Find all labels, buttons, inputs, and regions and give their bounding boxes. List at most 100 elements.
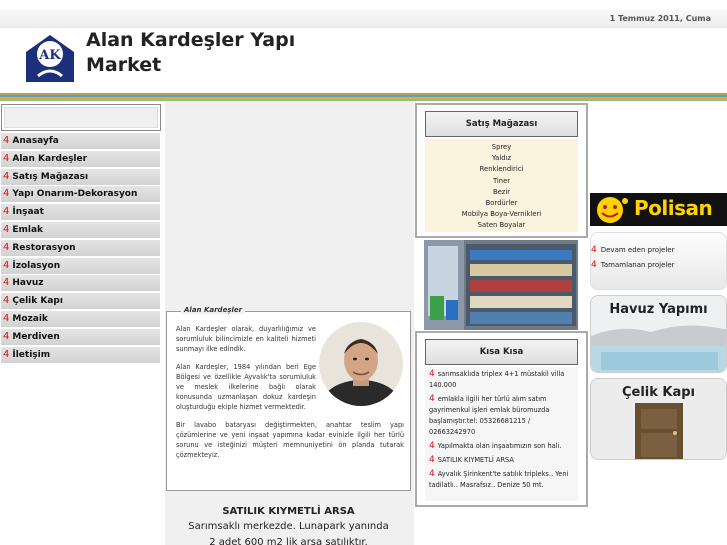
- store-photo: [424, 240, 578, 330]
- bullet-icon: 4: [3, 188, 10, 200]
- about-box: Alan Kardeşler Alan Kardeşler olarak, du…: [166, 306, 411, 491]
- bullet-icon: 4: [3, 135, 10, 146]
- bullet-icon: 4: [3, 223, 10, 235]
- store-item[interactable]: Renklendirici: [425, 164, 578, 175]
- svg-text:AK: AK: [38, 48, 61, 63]
- project-link-label: Tamamlanan projeler: [600, 261, 675, 269]
- news-item[interactable]: 4 Ayvalık Şirinkent'te satılık tripleks..…: [429, 469, 574, 491]
- sidebar-item-label: İzolasyon: [12, 260, 61, 271]
- store-item[interactable]: Sprey: [425, 142, 578, 153]
- promo-celik-kapi-title: Çelik Kapı: [621, 385, 696, 400]
- sidebar-menu: 4 Anasayfa 4 Alan Kardeşler 4 Satış Mağazas…: [1, 133, 160, 364]
- sidebar-item-merdiven[interactable]: 4 Merdiven: [1, 328, 160, 345]
- project-link-label: Devam eden projeler: [600, 246, 675, 254]
- sidebar-item-label: İletişim: [12, 349, 51, 360]
- about-paragraph: Alan Kardeşler, 1984 yılından beri Ege B…: [176, 363, 316, 411]
- date-label: 1 Temmuz 2011, Cuma: [609, 14, 711, 23]
- bullet-icon: 4: [429, 455, 435, 465]
- about-text: Alan Kardeşler olarak, duyarlılığımız ve…: [176, 324, 404, 468]
- news-item-text: SATILIK KIYMETLİ ARSA: [437, 456, 514, 464]
- bullet-icon: 4: [429, 469, 435, 479]
- smiley-icon: [597, 197, 628, 223]
- polisan-banner[interactable]: Polisan: [590, 193, 727, 226]
- promo-celik-kapi[interactable]: Çelik Kapı: [590, 378, 727, 460]
- sidebar-item-iletisim[interactable]: 4 İletişim: [1, 346, 160, 363]
- news-item[interactable]: 4 SATILIK KIYMETLİ ARSA: [429, 455, 574, 466]
- header-stripes: [0, 93, 727, 101]
- header: 1 Temmuz 2011, Cuma AK Alan Kardeşler Ya…: [0, 0, 727, 96]
- sidebar-item-izolasyon[interactable]: 4 İzolasyon: [1, 257, 160, 274]
- promo-havuz[interactable]: Havuz Yapımı: [590, 295, 727, 373]
- sidebar-item-alan-kardesler[interactable]: 4 Alan Kardeşler: [1, 150, 160, 167]
- site-logo[interactable]: AK: [24, 32, 76, 84]
- sidebar-item-label: Mozaik: [12, 313, 48, 324]
- sidebar-item-celik-kapi[interactable]: 4 Çelik Kapı: [1, 293, 160, 310]
- sidebar-item-label: Havuz: [12, 278, 44, 289]
- bullet-icon: 4: [3, 312, 10, 324]
- site-title: Alan Kardeşler Yapı Market: [86, 29, 296, 76]
- bullet-icon: 4: [429, 394, 435, 404]
- link-completed-projects[interactable]: 4 Tamamlanan projeler: [591, 260, 675, 270]
- sidebar-item-yapi-onarim[interactable]: 4 Yapı Onarım-Dekorasyon: [1, 186, 160, 203]
- news-list: 4 sarımsaklıda triplex 4+1 müstakil villa…: [425, 367, 578, 501]
- bullet-icon: 4: [3, 348, 10, 360]
- store-item[interactable]: Saten Boyalar: [425, 220, 578, 231]
- bullet-icon: 4: [591, 245, 597, 255]
- news-item[interactable]: 4 emlakla ilgili her türlü alım satım gay…: [429, 394, 574, 438]
- sidebar: 4 Anasayfa 4 Alan Kardeşler 4 Satış Mağazas…: [0, 101, 163, 545]
- bullet-icon: 4: [591, 260, 597, 270]
- sidebar-item-label: Restorasyon: [12, 242, 76, 253]
- news-item[interactable]: 4 Yapılmakta olan inşaatımızın son hali.: [429, 441, 574, 452]
- search-input[interactable]: [4, 107, 158, 128]
- news-panel: Kısa Kısa 4 sarımsaklıda triplex 4+1 müst…: [415, 331, 588, 507]
- search-box[interactable]: [1, 104, 161, 131]
- bullet-icon: 4: [3, 295, 10, 307]
- store-list: Sprey Yaldız Renklendirici Tiner Bezir B…: [425, 139, 578, 232]
- sidebar-item-label: Çelik Kapı: [12, 296, 63, 307]
- news-item[interactable]: 4 sarımsaklıda triplex 4+1 müstakil villa…: [429, 369, 574, 391]
- sidebar-item-label: Emlak: [12, 224, 44, 235]
- link-ongoing-projects[interactable]: 4 Devam eden projeler: [591, 245, 674, 255]
- store-item[interactable]: Bezir: [425, 187, 578, 198]
- news-item-text: sarımsaklıda triplex 4+1 müstakil villa …: [429, 370, 565, 389]
- sidebar-item-label: Anasayfa: [12, 136, 59, 146]
- bullet-icon: 4: [3, 206, 10, 218]
- sidebar-item-restorasyon[interactable]: 4 Restorasyon: [1, 239, 160, 256]
- news-panel-title: Kısa Kısa: [425, 339, 578, 365]
- sidebar-item-emlak[interactable]: 4 Emlak: [1, 221, 160, 238]
- news-item-text: Ayvalık Şirinkent'te satılık tripleks.. …: [429, 470, 569, 489]
- sidebar-item-label: Merdiven: [12, 331, 60, 342]
- about-paragraph: Alan Kardeşler olarak, duyarlılığımız ve…: [176, 325, 316, 353]
- polisan-logo-text: Polisan: [634, 196, 713, 220]
- sidebar-item-label: Alan Kardeşler: [12, 153, 88, 164]
- about-paragraph: Bir lavabo bataryası değiştirmekten, ana…: [176, 421, 404, 459]
- store-item[interactable]: Bordürler: [425, 198, 578, 209]
- sidebar-item-satis-magazasi[interactable]: 4 Satış Mağazası: [1, 168, 160, 185]
- news-item-text: Yapılmakta olan inşaatımızın son hali.: [437, 442, 562, 450]
- promo-havuz-title: Havuz Yapımı: [609, 302, 708, 317]
- bullet-icon: 4: [3, 170, 10, 182]
- store-item[interactable]: Mobilya Boya-Vernikleri: [425, 209, 578, 220]
- listing-line: 2 adet 600 m2 lik arsa satılıktır.: [209, 537, 368, 545]
- bullet-icon: 4: [3, 330, 10, 342]
- bullet-icon: 4: [429, 369, 435, 379]
- sidebar-item-label: İnşaat: [12, 207, 44, 218]
- listing-title[interactable]: SATILIK KIYMETLİ ARSA: [166, 506, 411, 517]
- bullet-icon: 4: [3, 152, 10, 164]
- news-item-text: emlakla ilgili her türlü alım satım gayr…: [429, 395, 550, 436]
- sidebar-item-label: Yapı Onarım-Dekorasyon: [12, 189, 138, 200]
- projects-box: 4 Devam eden projeler 4 Tamamlanan projele…: [590, 232, 727, 290]
- sidebar-item-insaat[interactable]: 4 İnşaat: [1, 204, 160, 221]
- sidebar-item-label: Satış Mağazası: [12, 171, 89, 182]
- listing-line: Sarımsaklı merkezde. Lunapark yanında: [188, 521, 389, 532]
- store-item[interactable]: Yaldız: [425, 153, 578, 164]
- bullet-icon: 4: [3, 277, 10, 289]
- sidebar-item-mozaik[interactable]: 4 Mozaik: [1, 310, 160, 327]
- sidebar-item-anasayfa[interactable]: 4 Anasayfa: [1, 133, 160, 149]
- bullet-icon: 4: [3, 259, 10, 271]
- store-panel-title: Satış Mağazası: [425, 111, 578, 137]
- store-item[interactable]: Tiner: [425, 176, 578, 187]
- sidebar-item-havuz[interactable]: 4 Havuz: [1, 275, 160, 292]
- store-panel: Satış Mağazası Sprey Yaldız Renklendiric…: [415, 103, 588, 238]
- about-legend: Alan Kardeşler: [181, 306, 246, 314]
